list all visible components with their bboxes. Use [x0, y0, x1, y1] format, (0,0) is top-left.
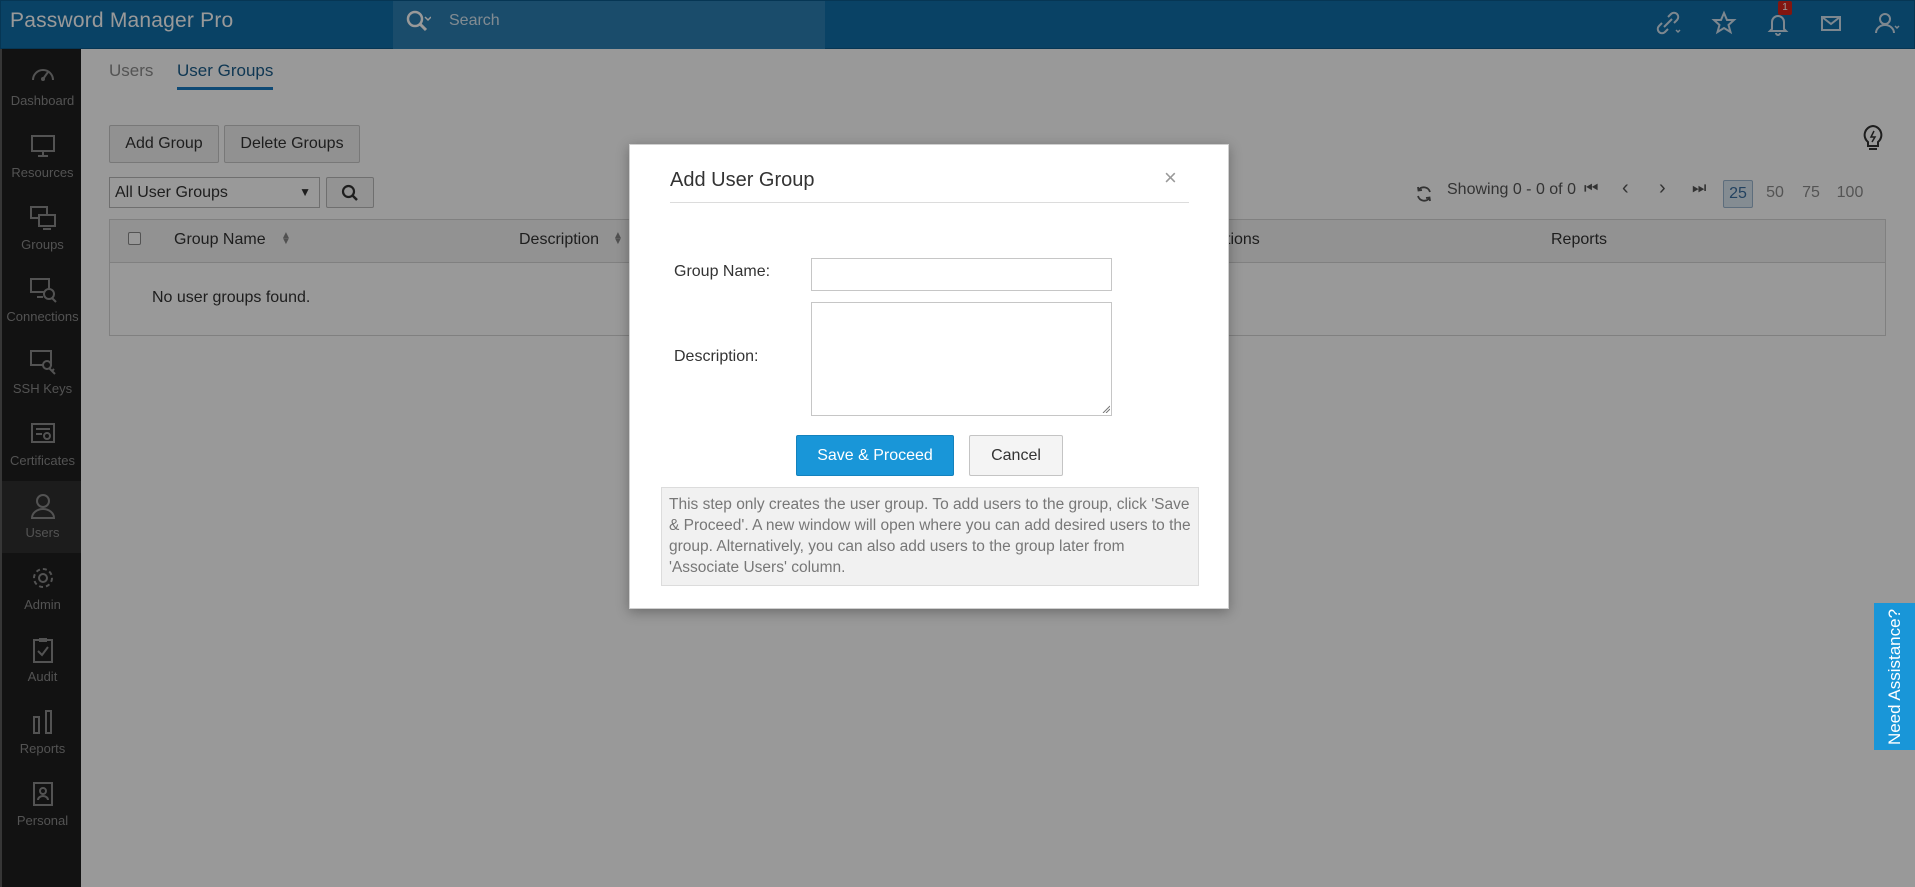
group-name-field[interactable] — [811, 258, 1112, 291]
cancel-button[interactable]: Cancel — [969, 435, 1063, 476]
title-divider — [670, 202, 1189, 203]
close-icon[interactable]: × — [1164, 167, 1177, 189]
save-and-proceed-button[interactable]: Save & Proceed — [796, 435, 954, 476]
add-user-group-dialog: Add User Group × Group Name: Description… — [629, 144, 1229, 609]
need-assistance-label: Need Assistance? — [1884, 608, 1904, 745]
need-assistance-tab[interactable]: Need Assistance? — [1874, 603, 1915, 750]
description-field[interactable] — [811, 302, 1112, 416]
dialog-title: Add User Group — [670, 169, 815, 191]
group-name-label: Group Name: — [674, 263, 771, 280]
info-note: This step only creates the user group. T… — [661, 487, 1199, 586]
resize-handle-icon[interactable] — [1102, 405, 1110, 413]
description-label: Description: — [674, 348, 759, 365]
